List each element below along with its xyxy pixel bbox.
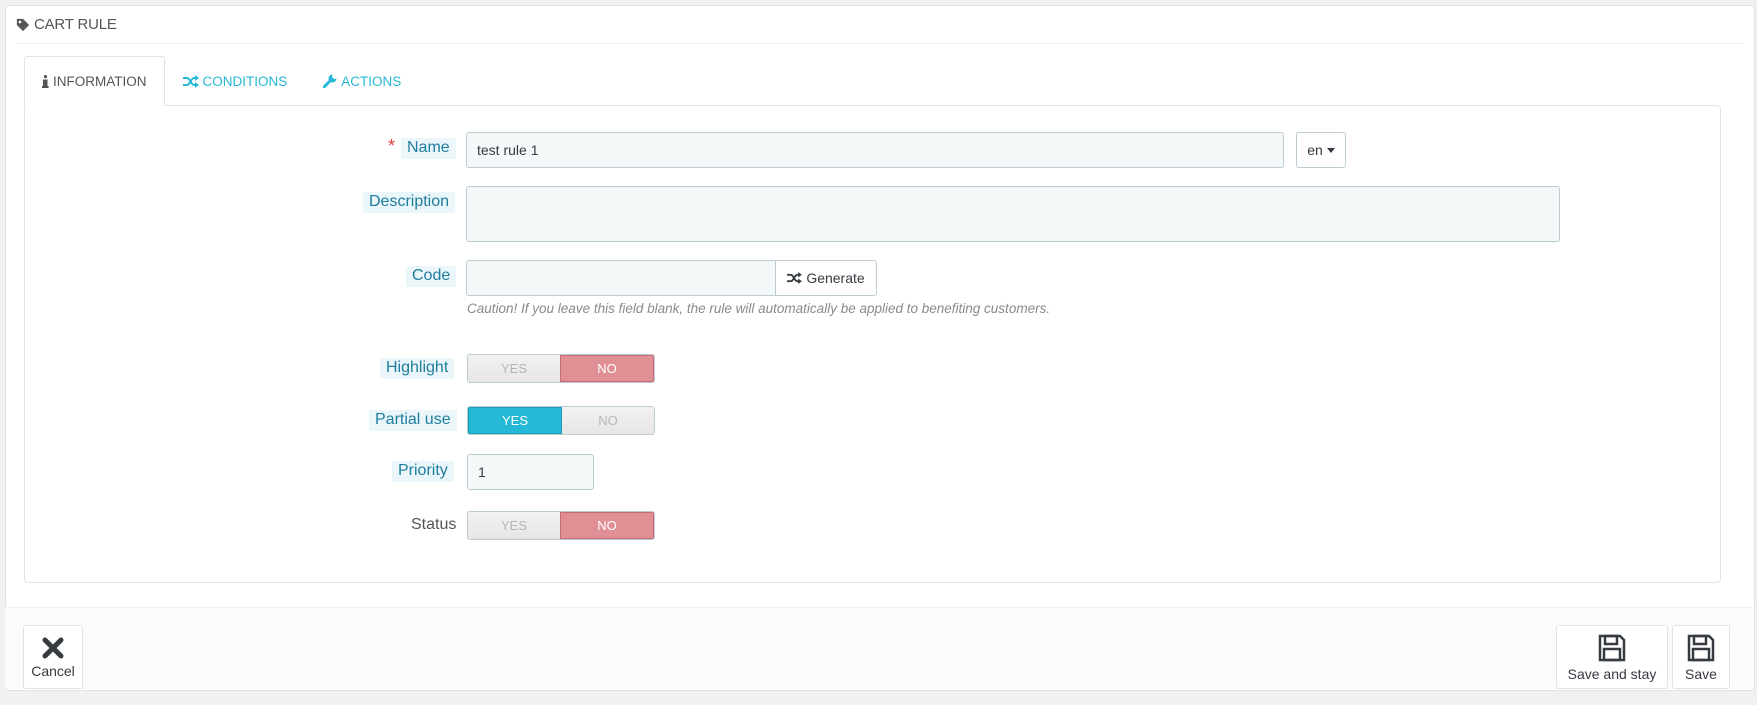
information-form [24,105,1721,583]
save-and-stay-button[interactable]: Save and stay [1556,625,1668,689]
status-switch[interactable]: YES NO [467,511,655,540]
code-help-text: Caution! If you leave this field blank, … [467,301,1051,316]
save-icon [1598,634,1626,661]
save-button[interactable]: Save [1672,625,1730,689]
language-value: en [1307,142,1323,158]
save-icon [1687,634,1715,661]
name-label: Name [401,138,456,159]
generate-label: Generate [806,270,865,286]
save-and-stay-label: Save and stay [1567,665,1657,682]
caret-down-icon [1326,147,1335,153]
tab-information-label: INFORMATION [53,73,147,89]
info-icon [42,74,49,88]
tab-actions[interactable]: ACTIONS [305,56,419,106]
panel-heading: CART RULE [16,6,1744,44]
highlight-no[interactable]: NO [560,355,654,382]
status-no[interactable]: NO [560,512,654,539]
cancel-label: Cancel [31,662,75,679]
tab-bar: INFORMATION CONDITIONS ACTIONS [24,56,419,106]
generate-button[interactable]: Generate [775,260,877,296]
priority-label: Priority [392,461,454,482]
tab-conditions-label: CONDITIONS [202,73,288,89]
tag-icon [16,18,30,31]
code-input[interactable] [466,260,776,296]
panel-footer: Cancel Save and stay Save [5,607,1753,689]
highlight-switch[interactable]: YES NO [467,354,655,383]
highlight-yes[interactable]: YES [468,355,560,382]
code-label: Code [406,266,457,287]
description-input[interactable] [466,186,1560,242]
partial-use-label: Partial use [369,410,457,431]
name-input[interactable]: test rule 1 [466,132,1284,168]
partial-use-yes[interactable]: YES [468,407,562,434]
close-icon [42,637,64,658]
priority-input[interactable]: 1 [467,454,594,490]
tab-conditions[interactable]: CONDITIONS [165,56,306,106]
cancel-button[interactable]: Cancel [23,625,83,689]
language-dropdown[interactable]: en [1296,132,1346,168]
tab-actions-label: ACTIONS [341,73,402,89]
partial-use-switch[interactable]: YES NO [467,406,655,435]
tab-information[interactable]: INFORMATION [24,56,165,106]
status-label: Status [411,516,457,533]
highlight-label: Highlight [380,358,455,379]
status-yes[interactable]: YES [468,512,560,539]
shuffle-icon [182,74,199,88]
save-label: Save [1685,665,1717,682]
panel-title: CART RULE [34,16,117,33]
wrench-icon [323,74,337,88]
shuffle-icon [787,272,803,284]
description-label: Description [363,192,456,213]
required-asterisk: * [388,136,396,156]
partial-use-no[interactable]: NO [562,407,654,434]
